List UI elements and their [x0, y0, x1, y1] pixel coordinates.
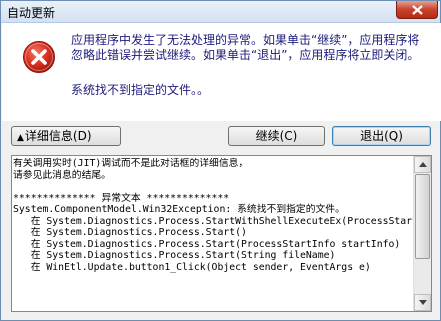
details-textbox[interactable]: 有关调用实时(JIT)调试而不是此对话框的详细信息， 请参见此消息的结尾。 **…: [11, 155, 432, 312]
scroll-down-icon: [419, 300, 427, 305]
up-triangle-icon: ▲: [17, 133, 24, 143]
close-icon: [412, 5, 423, 15]
scroll-up-icon: [419, 162, 427, 167]
exit-button-label: 退出(Q): [360, 129, 403, 143]
exception-details-text: 有关调用实时(JIT)调试而不是此对话框的详细信息， 请参见此消息的结尾。 **…: [13, 158, 413, 273]
continue-button[interactable]: 继续(C): [228, 126, 325, 146]
scroll-down-button[interactable]: [414, 294, 431, 311]
message-panel: 应用程序中发生了无法处理的异常。如果单击“继续”，应用程序将忽略此错误并尝试继续…: [2, 23, 441, 121]
exit-button[interactable]: 退出(Q): [332, 126, 431, 146]
close-button[interactable]: [396, 1, 438, 19]
error-dialog: 自动更新 应用程序中发生了无法处理的异常。如果单击“继续”，应用程序将忽略此错误…: [0, 0, 441, 321]
window-title: 自动更新: [7, 6, 56, 20]
details-button[interactable]: ▲详细信息(D): [11, 126, 121, 146]
vertical-scrollbar[interactable]: [413, 156, 431, 311]
error-message: 应用程序中发生了无法处理的异常。如果单击“继续”，应用程序将忽略此错误并尝试继续…: [71, 33, 420, 62]
error-icon: [23, 41, 55, 73]
title-bar[interactable]: 自动更新: [1, 1, 440, 23]
continue-button-label: 继续(C): [255, 129, 298, 143]
scroll-thumb[interactable]: [415, 174, 430, 259]
scroll-up-button[interactable]: [414, 156, 431, 173]
details-button-label: 详细信息(D): [24, 129, 92, 143]
error-detail-message: 系统找不到指定的文件。。: [71, 83, 210, 97]
